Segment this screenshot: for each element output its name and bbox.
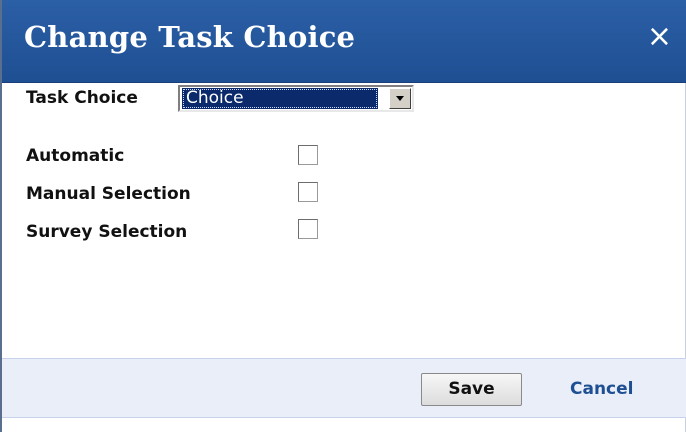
- chevron-down-icon[interactable]: [389, 88, 411, 109]
- save-button[interactable]: Save: [421, 373, 522, 406]
- task-choice-selected-value: Choice: [182, 88, 378, 109]
- manual-selection-label: Manual Selection: [26, 184, 191, 204]
- task-choice-label: Task Choice: [26, 88, 138, 108]
- dialog-title: Change Task Choice: [24, 20, 356, 54]
- dialog-footer: Save Cancel: [2, 358, 686, 418]
- dialog-titlebar: Change Task Choice ×: [2, 0, 686, 83]
- task-choice-select[interactable]: Choice: [178, 85, 414, 112]
- survey-selection-checkbox[interactable]: [298, 219, 318, 239]
- change-task-choice-dialog: Change Task Choice × Task Choice Choice …: [0, 0, 686, 432]
- automatic-checkbox[interactable]: [298, 145, 318, 165]
- manual-selection-checkbox[interactable]: [298, 182, 318, 202]
- survey-selection-label: Survey Selection: [26, 222, 188, 242]
- cancel-link[interactable]: Cancel: [570, 379, 633, 399]
- close-icon[interactable]: ×: [647, 22, 672, 52]
- automatic-label: Automatic: [26, 146, 125, 166]
